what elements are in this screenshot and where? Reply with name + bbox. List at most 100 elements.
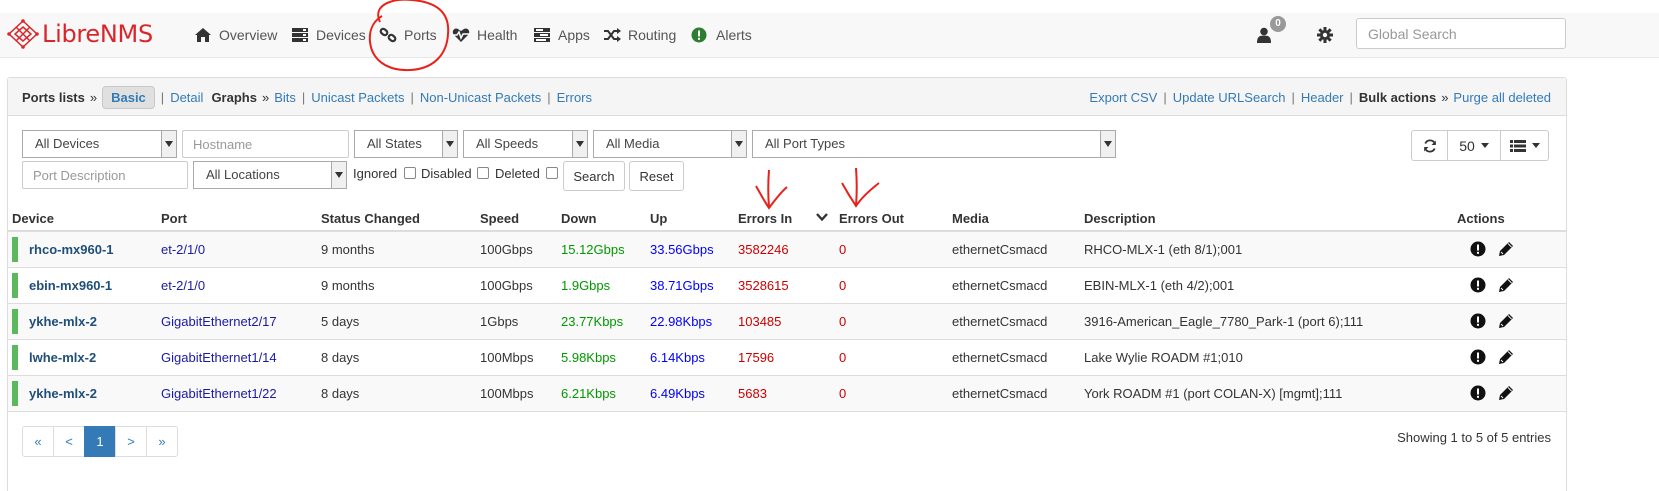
port-link[interactable]: GigabitEthernet1/14 — [161, 340, 277, 376]
pencil-icon[interactable] — [1498, 349, 1514, 365]
nav-devices-label: Devices — [316, 27, 366, 43]
col-header-description[interactable]: Description — [1084, 211, 1156, 226]
graph-bits-link[interactable]: Bits — [274, 90, 296, 105]
nav-overview[interactable]: Overview — [194, 13, 277, 57]
col-header-errors-in[interactable]: Errors In — [738, 211, 792, 226]
table-row[interactable]: ykhe-mlx-2 GigabitEthernet1/22 8 days 10… — [8, 376, 1566, 412]
port-link[interactable]: et-2/1/0 — [161, 268, 205, 304]
brand-name: LibreNMS — [42, 20, 153, 48]
deleted-checkbox[interactable] — [546, 167, 558, 179]
purge-deleted-link[interactable]: Purge all deleted — [1453, 90, 1551, 105]
errors-out-cell: 0 — [839, 386, 847, 401]
view-detail-link[interactable]: Detail — [170, 90, 203, 105]
media-cell: ethernetCsmacd — [952, 386, 1048, 401]
nav-devices[interactable]: Devices — [291, 13, 366, 57]
nav-alerts-label: Alerts — [716, 27, 752, 43]
disabled-checkbox[interactable] — [477, 167, 489, 179]
speed-select[interactable]: All Speeds — [463, 130, 588, 158]
col-header-up[interactable]: Up — [650, 211, 667, 226]
export-csv-link[interactable]: Export CSV — [1089, 90, 1157, 105]
port-link[interactable]: GigabitEthernet1/22 — [161, 376, 277, 412]
port-description-input[interactable] — [22, 161, 188, 189]
separator: | — [547, 89, 551, 105]
page-size-dropdown[interactable]: 50 — [1447, 130, 1501, 161]
table-row[interactable]: rhco-mx960-1 et-2/1/0 9 months 100Gbps 1… — [8, 232, 1566, 268]
graph-errors-link[interactable]: Errors — [557, 90, 592, 105]
table-row[interactable]: ykhe-mlx-2 GigabitEthernet2/17 5 days 1G… — [8, 304, 1566, 340]
pencil-icon[interactable] — [1498, 313, 1514, 329]
device-link[interactable]: rhco-mx960-1 — [29, 232, 114, 268]
nav-health-label: Health — [477, 27, 518, 43]
up-rate-cell: 38.71Gbps — [650, 278, 714, 293]
refresh-button[interactable] — [1411, 130, 1448, 161]
exclamation-circle-icon[interactable] — [1470, 385, 1486, 401]
pencil-icon[interactable] — [1498, 385, 1514, 401]
deleted-label: Deleted — [495, 166, 540, 181]
table-row[interactable]: ebin-mx960-1 et-2/1/0 9 months 100Gbps 1… — [8, 268, 1566, 304]
page-first-button[interactable]: « — [22, 426, 54, 457]
col-header-down[interactable]: Down — [561, 211, 596, 226]
settings-menu[interactable] — [1317, 13, 1340, 57]
exclamation-circle-icon[interactable] — [1470, 241, 1486, 257]
col-header-status-changed[interactable]: Status Changed — [321, 211, 420, 226]
location-select-value: All Locations — [206, 167, 280, 182]
page-prev-button[interactable]: < — [53, 426, 85, 457]
port-link[interactable]: GigabitEthernet2/17 — [161, 304, 277, 340]
nav-health[interactable]: Health — [452, 13, 517, 57]
col-header-device[interactable]: Device — [12, 211, 54, 226]
col-header-speed[interactable]: Speed — [480, 211, 519, 226]
librenms-logo[interactable]: LibreNMS — [6, 19, 153, 49]
table-row[interactable]: lwhe-mlx-2 GigabitEthernet1/14 8 days 10… — [8, 340, 1566, 376]
panel-heading: Ports lists » Basic | Detail Graphs » Bi… — [8, 78, 1566, 116]
col-header-port[interactable]: Port — [161, 211, 187, 226]
graph-nonunicast-link[interactable]: Non-Unicast Packets — [420, 90, 541, 105]
columns-dropdown[interactable] — [1500, 130, 1549, 161]
media-select[interactable]: All Media — [593, 130, 747, 158]
sort-descending-icon[interactable] — [816, 213, 828, 222]
status-changed-cell: 8 days — [321, 350, 360, 365]
port-link[interactable]: et-2/1/0 — [161, 232, 205, 268]
view-basic-button[interactable]: Basic — [102, 85, 155, 109]
brand-name-part2: NMS — [99, 20, 153, 48]
nav-apps[interactable]: Apps — [533, 13, 590, 57]
tasks-icon — [534, 28, 550, 42]
page-last-button[interactable]: » — [146, 426, 178, 457]
description-cell: Lake Wylie ROADM #1;010 — [1084, 350, 1243, 365]
port-type-select[interactable]: All Port Types — [752, 130, 1116, 158]
header-toggle-link[interactable]: Header — [1301, 90, 1344, 105]
device-select[interactable]: All Devices — [22, 130, 177, 158]
up-rate-cell: 6.14Kbps — [650, 350, 705, 365]
hostname-input[interactable] — [182, 130, 349, 158]
page-next-button[interactable]: > — [115, 426, 147, 457]
col-header-media[interactable]: Media — [952, 211, 989, 226]
graph-unicast-link[interactable]: Unicast Packets — [311, 90, 404, 105]
search-button[interactable]: Search — [563, 161, 625, 191]
ignored-checkbox[interactable] — [404, 167, 416, 179]
update-url-link[interactable]: Update URLSearch — [1173, 90, 1286, 105]
port-status-indicator — [12, 309, 18, 334]
pencil-icon[interactable] — [1498, 241, 1514, 257]
pencil-icon[interactable] — [1498, 277, 1514, 293]
nav-ports[interactable]: Ports — [379, 13, 437, 57]
exclamation-circle-icon[interactable] — [1470, 277, 1486, 293]
exclamation-circle-icon[interactable] — [1470, 349, 1486, 365]
caret-down-icon — [1531, 143, 1540, 148]
global-search-input[interactable] — [1356, 18, 1566, 49]
nav-alerts[interactable]: Alerts — [691, 13, 752, 57]
location-select[interactable]: All Locations — [193, 161, 347, 189]
separator: | — [1163, 89, 1167, 105]
col-header-errors-out[interactable]: Errors Out — [839, 211, 904, 226]
description-cell: EBIN-MLX-1 (eth 4/2);001 — [1084, 278, 1235, 293]
device-link[interactable]: ykhe-mlx-2 — [29, 376, 97, 412]
exclamation-circle-icon[interactable] — [1470, 313, 1486, 329]
reset-button[interactable]: Reset — [629, 161, 684, 191]
col-header-actions: Actions — [1457, 211, 1505, 226]
port-status-indicator — [12, 381, 18, 406]
state-select[interactable]: All States — [354, 130, 458, 158]
device-link[interactable]: ykhe-mlx-2 — [29, 304, 97, 340]
device-link[interactable]: lwhe-mlx-2 — [29, 340, 96, 376]
device-link[interactable]: ebin-mx960-1 — [29, 268, 112, 304]
media-cell: ethernetCsmacd — [952, 314, 1048, 329]
page-1-button[interactable]: 1 — [84, 426, 116, 457]
nav-routing[interactable]: Routing — [603, 13, 676, 57]
